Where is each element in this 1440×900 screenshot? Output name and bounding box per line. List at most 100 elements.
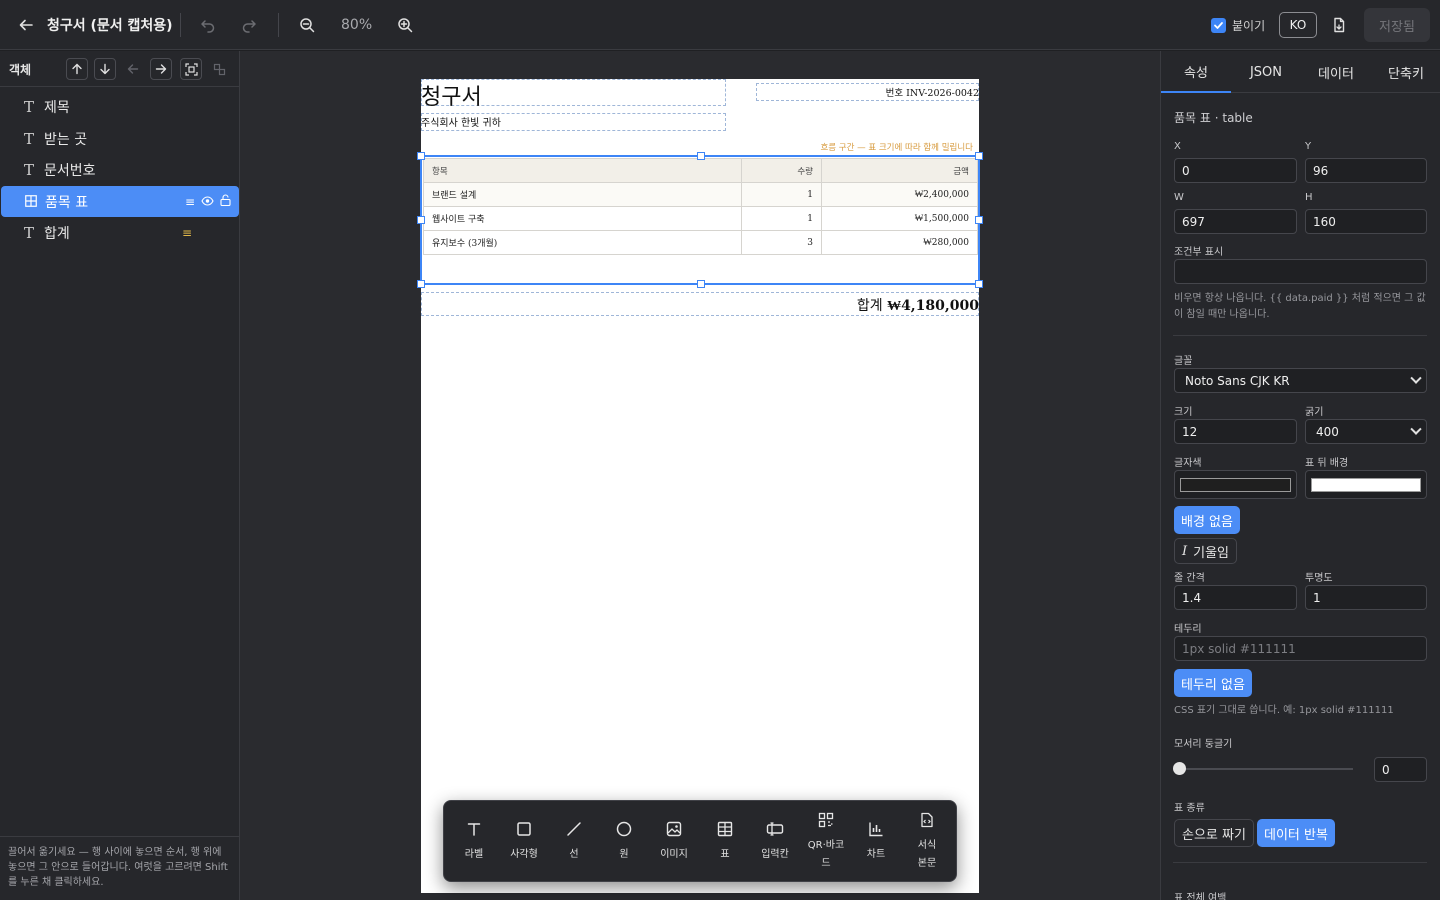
export-file-icon[interactable] bbox=[1325, 11, 1353, 39]
ungroup-icon[interactable] bbox=[208, 58, 230, 80]
zoom-out-icon[interactable] bbox=[293, 11, 321, 39]
resize-handle-w[interactable] bbox=[417, 216, 425, 224]
resize-handle-se[interactable] bbox=[975, 280, 983, 288]
text-type-icon: T bbox=[24, 97, 35, 116]
manual-table-button[interactable]: 손으로 짜기 bbox=[1174, 819, 1254, 847]
back-arrow-icon[interactable] bbox=[12, 11, 40, 39]
document-page[interactable]: 청구서 번호 INV-2026-0042 주식회사 한빛 귀하 흐름 구간 — … bbox=[417, 79, 983, 893]
resize-handle-n[interactable] bbox=[697, 152, 705, 160]
no-background-button[interactable]: 배경 없음 bbox=[1174, 506, 1240, 534]
tool-qr-barcode[interactable]: QR·바코드 bbox=[801, 801, 851, 883]
flow-lines-icon[interactable]: ≡ bbox=[182, 226, 192, 240]
tab-json[interactable]: JSON bbox=[1231, 51, 1301, 93]
layer-item-total[interactable]: T 합계 ≡ bbox=[0, 217, 239, 248]
redo-icon[interactable] bbox=[235, 11, 263, 39]
canvas-area[interactable]: 청구서 번호 INV-2026-0042 주식회사 한빛 귀하 흐름 구간 — … bbox=[240, 51, 1160, 900]
chevron-down-icon bbox=[1410, 372, 1422, 384]
snap-toggle[interactable]: 붙이기 bbox=[1211, 0, 1265, 50]
repeat-data-button[interactable]: 데이터 반복 bbox=[1257, 819, 1335, 847]
invoice-title[interactable]: 청구서 bbox=[421, 79, 482, 111]
resize-handle-nw[interactable] bbox=[417, 152, 425, 160]
x-label: X bbox=[1174, 141, 1181, 152]
border-input[interactable]: 1px solid #111111 bbox=[1174, 636, 1427, 661]
condition-input[interactable] bbox=[1174, 259, 1427, 284]
language-button[interactable]: KO bbox=[1279, 12, 1317, 38]
y-label: Y bbox=[1305, 141, 1312, 152]
table-padding-label: 표 전체 여백 bbox=[1174, 893, 1227, 900]
invoice-number[interactable]: 번호 INV-2026-0042 bbox=[886, 85, 979, 99]
flow-lines-icon[interactable]: ≡ bbox=[185, 195, 195, 209]
total-amount: ₩4,180,000 bbox=[887, 298, 979, 314]
lock-icon[interactable] bbox=[220, 193, 231, 210]
tool-rectangle[interactable]: 사각형 bbox=[499, 801, 549, 883]
tool-line[interactable]: 선 bbox=[549, 801, 599, 883]
table-row[interactable]: 웹사이트 구축 1 ₩1,500,000 bbox=[423, 206, 978, 231]
tool-label[interactable]: 라벨 bbox=[449, 801, 499, 883]
w-input[interactable]: 697 bbox=[1174, 209, 1297, 234]
tool-table[interactable]: 표 bbox=[700, 801, 750, 883]
layer-item-doc-number[interactable]: T 문서번호 bbox=[0, 154, 239, 185]
chevron-down-icon bbox=[1410, 423, 1422, 435]
tool-formatted-body[interactable]: 서식 본문 bbox=[902, 801, 952, 883]
w-label: W bbox=[1174, 192, 1184, 203]
tool-chart[interactable]: 차트 bbox=[851, 801, 901, 883]
line-icon bbox=[566, 821, 582, 841]
resize-handle-ne[interactable] bbox=[975, 152, 983, 160]
size-input[interactable]: 12 bbox=[1174, 419, 1297, 444]
layer-label: 받는 곳 bbox=[44, 131, 88, 148]
snap-checkbox[interactable] bbox=[1211, 17, 1226, 33]
font-select[interactable]: Noto Sans CJK KR bbox=[1174, 368, 1427, 393]
layer-item-items-table[interactable]: 품목 표 ≡ bbox=[1, 186, 239, 217]
bg-color-picker[interactable] bbox=[1305, 470, 1427, 499]
layer-item-title[interactable]: T 제목 bbox=[0, 91, 239, 122]
h-input[interactable]: 160 bbox=[1305, 209, 1427, 234]
tab-properties[interactable]: 속성 bbox=[1161, 51, 1231, 93]
tool-label-text: 사각형 bbox=[510, 848, 538, 860]
radius-input[interactable]: 0 bbox=[1374, 757, 1427, 782]
resize-handle-sw[interactable] bbox=[417, 280, 425, 288]
tab-shortcuts[interactable]: 단축키 bbox=[1371, 51, 1440, 93]
text-color-picker[interactable] bbox=[1174, 470, 1297, 499]
table-row[interactable]: 유지보수 (3개월) 3 ₩280,000 bbox=[423, 230, 978, 255]
zoom-in-icon[interactable] bbox=[391, 11, 419, 39]
opacity-input[interactable]: 1 bbox=[1305, 585, 1427, 610]
resize-handle-s[interactable] bbox=[697, 280, 705, 288]
move-down-icon[interactable] bbox=[94, 58, 116, 80]
tool-image[interactable]: 이미지 bbox=[649, 801, 699, 883]
visibility-eye-icon[interactable] bbox=[201, 194, 214, 210]
line-height-input[interactable]: 1.4 bbox=[1174, 585, 1297, 610]
resize-handle-e[interactable] bbox=[975, 216, 983, 224]
radius-slider[interactable] bbox=[1179, 768, 1353, 770]
tab-data[interactable]: 데이터 bbox=[1301, 51, 1371, 93]
items-table-selection[interactable]: 항목 수량 금액 브랜드 설계 1 ₩2,400,000 웹사이트 구축 1 ₩… bbox=[417, 152, 983, 288]
tool-input[interactable]: 입력칸 bbox=[750, 801, 800, 883]
outdent-icon[interactable] bbox=[122, 58, 144, 80]
undo-icon[interactable] bbox=[194, 11, 222, 39]
cell-item: 브랜드 설계 bbox=[423, 182, 742, 207]
bg-color-label: 표 뒤 배경 bbox=[1305, 458, 1349, 469]
indent-icon[interactable] bbox=[150, 58, 172, 80]
layers-header: 객체 bbox=[0, 51, 239, 87]
group-icon[interactable] bbox=[180, 58, 202, 80]
layer-item-recipient[interactable]: T 받는 곳 bbox=[0, 123, 239, 154]
qr-icon bbox=[818, 812, 834, 832]
y-input[interactable]: 96 bbox=[1305, 158, 1427, 183]
x-input[interactable]: 0 bbox=[1174, 158, 1297, 183]
line-height-label: 줄 간격 bbox=[1174, 573, 1205, 584]
italic-button[interactable]: I 기울임 bbox=[1174, 538, 1238, 564]
table-row[interactable]: 브랜드 설계 1 ₩2,400,000 bbox=[423, 182, 978, 207]
circle-icon bbox=[616, 821, 632, 841]
tool-circle[interactable]: 원 bbox=[599, 801, 649, 883]
items-table[interactable]: 항목 수량 금액 브랜드 설계 1 ₩2,400,000 웹사이트 구축 1 ₩… bbox=[423, 158, 978, 255]
condition-label: 조건부 표시 bbox=[1174, 247, 1224, 258]
radius-slider-thumb[interactable] bbox=[1173, 762, 1186, 775]
invoice-recipient[interactable]: 주식회사 한빛 귀하 bbox=[421, 114, 501, 129]
tool-label-text: 선 bbox=[569, 848, 579, 860]
no-border-button[interactable]: 테두리 없음 bbox=[1174, 669, 1252, 697]
italic-icon: I bbox=[1182, 543, 1188, 559]
move-up-icon[interactable] bbox=[66, 58, 88, 80]
invoice-total[interactable]: 합계 ₩4,180,000 bbox=[857, 295, 979, 315]
weight-select[interactable]: 400 bbox=[1305, 419, 1427, 444]
layer-label: 품목 표 bbox=[45, 194, 89, 211]
saved-button[interactable]: 저장됨 bbox=[1364, 8, 1430, 42]
